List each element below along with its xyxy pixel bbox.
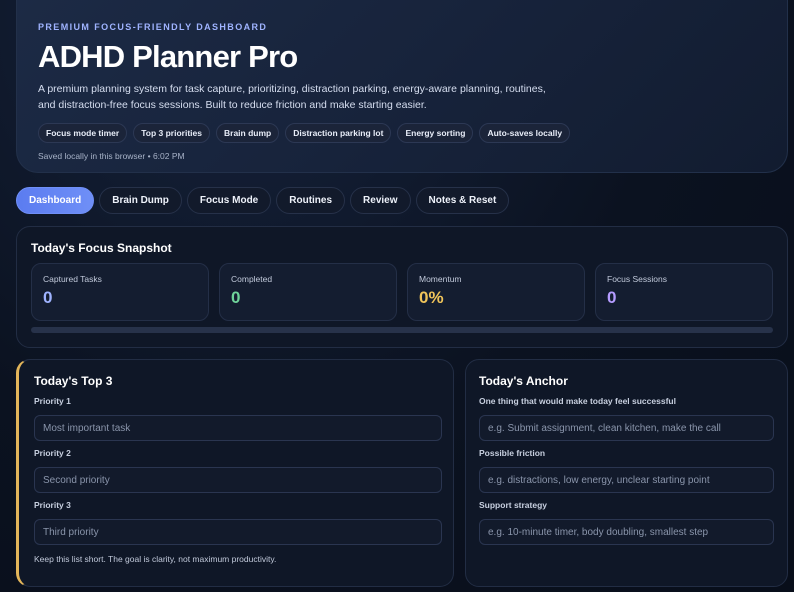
top3-title: Today's Top 3 [34,374,113,388]
priority-3-input[interactable]: Third priority [34,519,442,545]
stat-value: 0% [419,288,444,307]
tab-notes-reset[interactable]: Notes & Reset [415,187,510,214]
feature-chip: Energy sorting [397,123,474,143]
tab-focus-mode[interactable]: Focus Mode [186,187,272,214]
tab-brain-dump[interactable]: Brain Dump [99,187,182,214]
friction-input[interactable]: e.g. distractions, low energy, unclear s… [479,467,774,493]
main-tabs: Dashboard Brain Dump Focus Mode Routines… [16,187,510,214]
saved-status: Saved locally in this browser • 6:02 PM [38,151,185,161]
stat-value: 0 [231,288,241,307]
priority-1-input[interactable]: Most important task [34,415,442,441]
focus-snapshot-panel: Today's Focus Snapshot Captured Tasks 0 … [16,226,788,348]
stat-card-momentum: Momentum 0% [407,263,585,321]
stat-card-focus-sessions: Focus Sessions 0 [595,263,773,321]
success-label: One thing that would make today feel suc… [479,396,676,406]
stat-card-completed: Completed 0 [219,263,397,321]
feature-chip: Brain dump [216,123,280,143]
priority-2-label: Priority 2 [34,448,71,458]
success-input[interactable]: e.g. Submit assignment, clean kitchen, m… [479,415,774,441]
anchor-title: Today's Anchor [479,374,568,388]
snapshot-title: Today's Focus Snapshot [31,241,172,255]
stat-value: 0 [43,288,53,307]
stat-label: Momentum [419,274,462,284]
priority-1-label: Priority 1 [34,396,71,406]
tab-routines[interactable]: Routines [276,187,346,214]
stat-label: Completed [231,274,273,284]
feature-chip: Auto-saves locally [479,123,571,143]
strategy-label: Support strategy [479,500,548,510]
priority-3-label: Priority 3 [34,500,71,510]
stat-value: 0 [607,288,617,307]
progress-bar [31,327,773,333]
app-title: ADHD Planner Pro [38,39,298,74]
feature-chip: Top 3 priorities [133,123,210,143]
stat-card-captured-tasks: Captured Tasks 0 [31,263,209,321]
hero-header: PREMIUM FOCUS-FRIENDLY DASHBOARD ADHD Pl… [16,0,788,173]
friction-label: Possible friction [479,448,546,458]
priority-2-input[interactable]: Second priority [34,467,442,493]
tab-dashboard[interactable]: Dashboard [16,187,95,214]
stat-label: Focus Sessions [607,274,667,284]
feature-chip: Focus mode timer [38,123,128,143]
tab-review[interactable]: Review [350,187,411,214]
eyebrow-label: PREMIUM FOCUS-FRIENDLY DASHBOARD [38,22,268,32]
stat-label: Captured Tasks [43,274,102,284]
anchor-panel: Today's Anchor One thing that would make… [465,359,788,587]
stats-row: Captured Tasks 0 Completed 0 Momentum 0%… [31,263,773,321]
top3-hint: Keep this list short. The goal is clarit… [34,554,277,564]
strategy-input[interactable]: e.g. 10-minute timer, body doubling, sma… [479,519,774,545]
feature-chips: Focus mode timer Top 3 priorities Brain … [38,123,766,143]
feature-chip: Distraction parking lot [285,123,392,143]
top3-panel: Today's Top 3 Priority 1 Most important … [16,359,454,587]
app-description: A premium planning system for task captu… [38,83,546,111]
